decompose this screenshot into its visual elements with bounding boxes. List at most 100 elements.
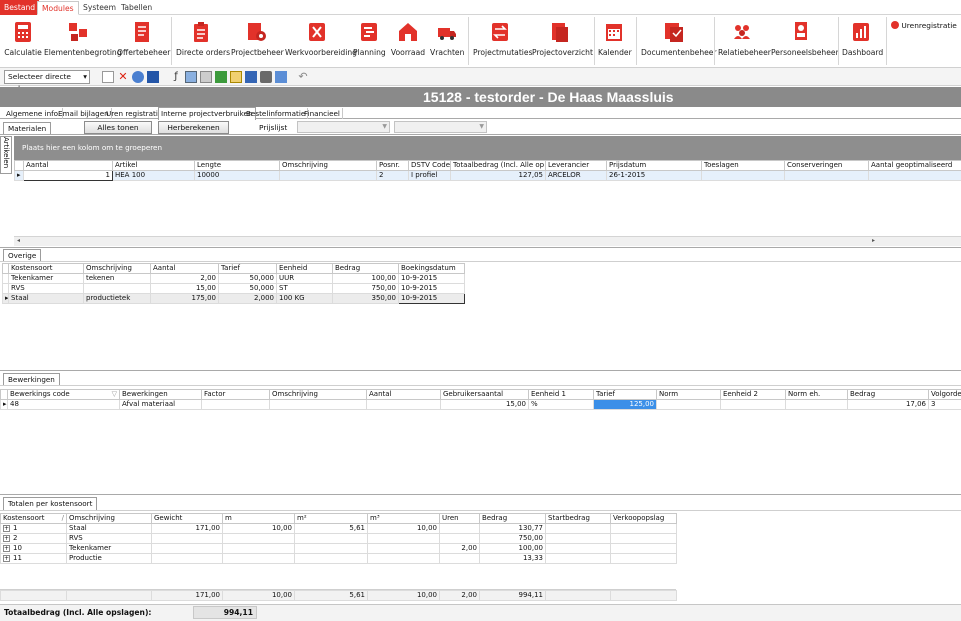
grid-cell[interactable]	[545, 543, 611, 554]
grid-cell[interactable]: 175,00	[150, 293, 219, 304]
tab-financieel[interactable]: Financieel	[302, 108, 343, 119]
column-header[interactable]: Bewerkings code ▽	[7, 389, 120, 400]
grid-cell[interactable]: +1	[0, 523, 67, 534]
grid-cell[interactable]: tekenen	[83, 273, 151, 284]
column-header[interactable]: Volgorde	[928, 389, 961, 400]
documentenbeheer-button[interactable]: Documentenbeheer	[641, 19, 717, 67]
column-header[interactable]: Kostensoort /	[0, 513, 67, 524]
scroll-left-icon[interactable]: ◂	[17, 237, 20, 244]
column-header[interactable]: Boekingsdatum	[398, 263, 465, 274]
column-header[interactable]: Tarief	[593, 389, 657, 400]
projectbeheer-button[interactable]: Projectbeheer	[231, 19, 284, 67]
grid-cell[interactable]: +2	[0, 533, 67, 544]
expand-icon[interactable]: +	[3, 535, 10, 542]
grid-cell[interactable]	[294, 533, 368, 544]
grid-cell[interactable]	[83, 283, 151, 294]
grid-cell[interactable]: 2,000	[218, 293, 277, 304]
grid-cell[interactable]: 2	[376, 170, 409, 181]
grid-cell[interactable]	[610, 543, 677, 554]
column-header[interactable]: Aantal	[366, 389, 441, 400]
table-row[interactable]: RVS 15,00 50,000 ST 750,00 10-9-2015	[2, 283, 465, 294]
column-header[interactable]: Aantal	[23, 160, 113, 171]
column-header[interactable]: Totaalbedrag (Incl. Alle op	[450, 160, 546, 171]
column-header[interactable]: Posnr.	[376, 160, 409, 171]
grid-cell[interactable]: 15,00	[150, 283, 219, 294]
send-icon[interactable]	[245, 71, 257, 83]
expand-icon[interactable]: +	[3, 545, 10, 552]
grid-cell[interactable]	[151, 543, 223, 554]
grid-cell[interactable]	[701, 170, 785, 181]
column-header[interactable]: Tarief	[218, 263, 277, 274]
grid-cell[interactable]: 750,00	[332, 283, 399, 294]
grid-cell[interactable]	[868, 170, 961, 181]
grid-cell[interactable]: Tekenkamer	[66, 543, 152, 554]
urenregistratie-button[interactable]: Urenregistratie	[891, 21, 957, 30]
prijslijst-secondary-dropdown[interactable]: ▼	[394, 121, 487, 133]
column-header[interactable]: Bedrag	[479, 513, 546, 524]
directe-orders-button[interactable]: Directe orders	[176, 19, 230, 67]
save-icon[interactable]	[147, 71, 159, 83]
scroll-right-icon[interactable]: ▸	[872, 237, 875, 244]
grid-cell[interactable]	[279, 170, 377, 181]
grid-cell[interactable]: Productie	[66, 553, 152, 564]
table-row[interactable]: +1 Staal 171,00 10,00 5,61 10,00 130,77	[0, 523, 677, 534]
column-header[interactable]: Eenheid 1	[528, 389, 594, 400]
grid-cell[interactable]	[294, 543, 368, 554]
projectoverzicht-button[interactable]: Projectoverzicht	[532, 19, 593, 67]
grid-cell[interactable]: 50,000	[218, 273, 277, 284]
column-header[interactable]: Uren	[439, 513, 480, 524]
tab-totalen-per-kostensoort[interactable]: Totalen per kostensoort	[3, 497, 98, 510]
tab-artikelen[interactable]: Artikelen	[0, 136, 12, 174]
dashboard-button[interactable]: Dashboard	[842, 19, 883, 67]
menu-tab-bestand[interactable]: Bestand	[0, 0, 40, 15]
grid-cell[interactable]: +10	[0, 543, 67, 554]
grid-cell[interactable]	[367, 543, 440, 554]
table-row[interactable]: ▸ Staal productietek 175,00 2,000 100 KG…	[2, 293, 465, 304]
herberekenen-button[interactable]: Herberekenen	[158, 121, 229, 134]
grid-cell[interactable]	[439, 553, 480, 564]
grid-cell[interactable]	[610, 533, 677, 544]
grid-cell[interactable]	[201, 399, 270, 410]
grid-cell[interactable]	[367, 533, 440, 544]
print-icon[interactable]	[260, 71, 272, 83]
table-row[interactable]: ▸ 48 Afval materiaal 15,00 % 125,00 17,0…	[0, 399, 961, 410]
grid-cell[interactable]: 350,00	[332, 293, 399, 304]
grid-cell[interactable]	[610, 523, 677, 534]
menu-tab-tabellen[interactable]: Tabellen	[117, 1, 156, 15]
column-header[interactable]: Omschrijving	[83, 263, 151, 274]
grid-cell[interactable]: 3	[928, 399, 961, 410]
grid-cell[interactable]: 13,33	[479, 553, 546, 564]
column-header[interactable]: m	[222, 513, 295, 524]
grid-cell[interactable]: ST	[276, 283, 333, 294]
column-header[interactable]: Toeslagen	[701, 160, 785, 171]
grid-cell[interactable]: 50,000	[218, 283, 277, 294]
grid-cell[interactable]: 5,61	[294, 523, 368, 534]
grid-cell[interactable]	[269, 399, 367, 410]
grid-cell[interactable]: Staal	[66, 523, 152, 534]
grid-cell[interactable]: 130,77	[479, 523, 546, 534]
grid-cell[interactable]: 10-9-2015	[398, 293, 465, 304]
offertebeheer-button[interactable]: Offertebeheer	[117, 19, 170, 67]
grid-cell[interactable]: 48	[7, 399, 120, 410]
grid-cell[interactable]	[439, 533, 480, 544]
menu-tab-systeem[interactable]: Systeem	[79, 1, 120, 15]
grid-cell[interactable]	[720, 399, 786, 410]
column-header[interactable]: Omschrijving	[269, 389, 367, 400]
table-row[interactable]: +11 Productie 13,33	[0, 553, 677, 564]
prijslijst-dropdown[interactable]: ▼	[297, 121, 390, 133]
projectmutaties-button[interactable]: Projectmutaties	[473, 19, 533, 67]
new-icon[interactable]	[102, 71, 114, 83]
filter-icon[interactable]: ƒ	[170, 71, 182, 83]
horizontal-scrollbar[interactable]: ◂ ▸	[14, 236, 961, 246]
column-header[interactable]: Norm eh.	[785, 389, 848, 400]
grid-cell[interactable]	[151, 553, 223, 564]
expand-icon[interactable]: +	[3, 525, 10, 532]
column-header[interactable]: m³	[367, 513, 440, 524]
users-icon[interactable]	[132, 71, 144, 83]
grid-cell[interactable]: 1	[23, 170, 113, 181]
column-header[interactable]: Bedrag	[847, 389, 929, 400]
grid-cell[interactable]: 100,00	[332, 273, 399, 284]
grid-cell[interactable]: ARCELOR	[545, 170, 607, 181]
relatiebeheer-button[interactable]: Relatiebeheer	[718, 19, 771, 67]
column-header[interactable]: Aantal	[150, 263, 219, 274]
